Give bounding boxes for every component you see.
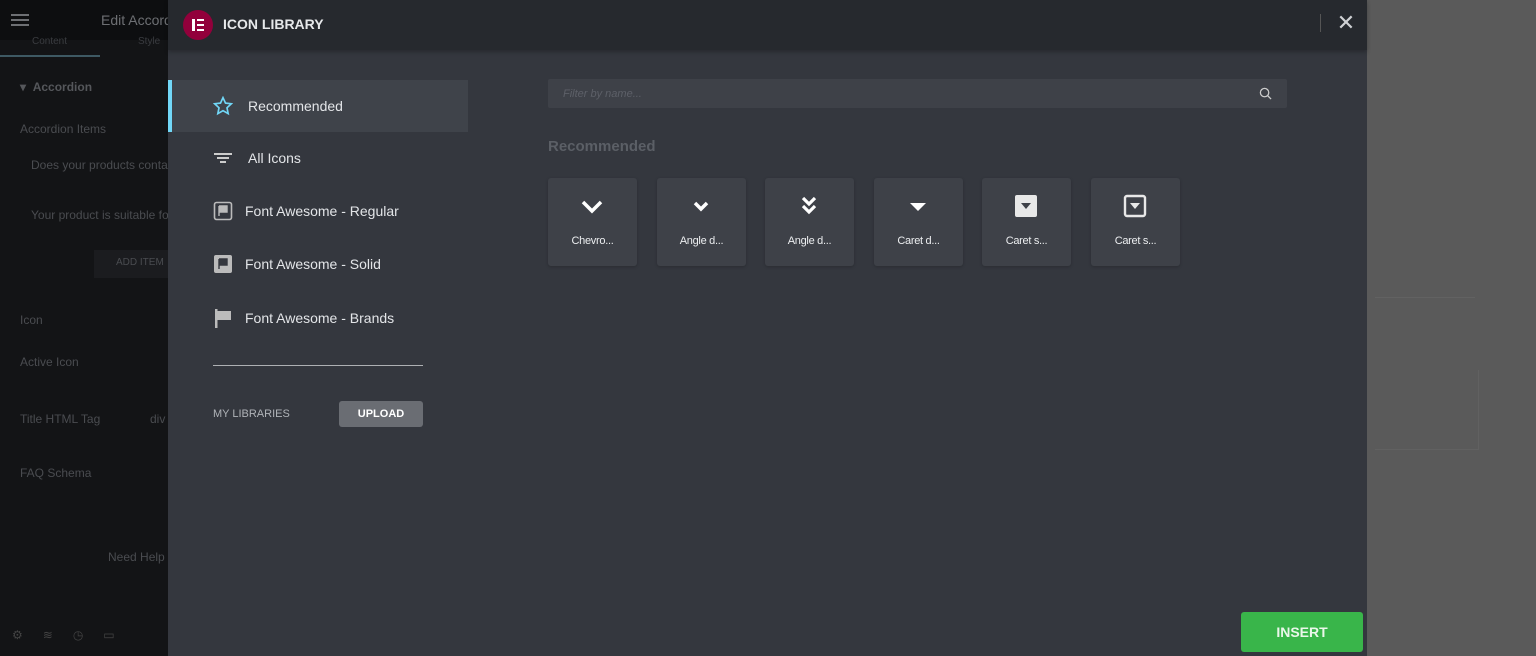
nav-label: Font Awesome - Solid (245, 256, 381, 272)
icon-tile-angle-down[interactable]: Angle d... (657, 178, 746, 266)
add-item-button[interactable]: ADD ITEM (94, 250, 168, 278)
section-heading: Recommended (548, 138, 656, 155)
icon-label: Angle d... (787, 235, 832, 247)
filter-icon (214, 153, 232, 163)
tab-content[interactable]: Content (32, 36, 67, 47)
angle-down-icon (693, 201, 709, 212)
menu-icon[interactable] (11, 14, 29, 26)
field-active-icon: Active Icon (20, 355, 79, 369)
elementor-logo (183, 10, 213, 40)
icon-library-modal: ICON LIBRARY ✕ Recommended All Icons Fon… (168, 0, 1367, 656)
star-icon (213, 96, 233, 116)
angle-double-down-icon (801, 196, 817, 215)
close-icon[interactable]: ✕ (1335, 12, 1357, 34)
upload-button[interactable]: UPLOAD (339, 401, 423, 427)
icon-tile-caret-square-down-regular[interactable]: Caret s... (1091, 178, 1180, 266)
section-label: Accordion (32, 80, 93, 94)
canvas-element-outline (1375, 370, 1479, 450)
editor-title: Edit Accordion (101, 12, 168, 28)
accordion-items-label: Accordion Items (20, 122, 107, 136)
caret-down-icon (910, 203, 926, 211)
canvas-divider (1375, 297, 1475, 298)
search-input[interactable] (548, 79, 1248, 108)
icon-label: Chevro... (571, 235, 614, 247)
footer-toolbar[interactable]: ⚙≋◷▭ (12, 628, 135, 642)
modal-header: ICON LIBRARY ✕ (168, 0, 1367, 50)
editor-panel: Edit Accordion Content Style ▾ Accordion … (0, 0, 168, 656)
nav-fa-brands[interactable]: Font Awesome - Brands (168, 292, 468, 344)
add-item-label: ADD ITEM (116, 257, 164, 268)
nav-label: Recommended (248, 98, 343, 114)
my-libraries-label: MY LIBRARIES (213, 408, 290, 420)
chevron-down-icon (581, 200, 603, 214)
icon-tile-caret-down[interactable]: Caret d... (874, 178, 963, 266)
icon-label: Caret d... (897, 235, 940, 247)
nav-fa-solid[interactable]: Font Awesome - Solid (168, 238, 468, 290)
nav-label: Font Awesome - Regular (245, 203, 399, 219)
nav-label: All Icons (248, 150, 301, 166)
nav-divider (213, 365, 423, 366)
icon-label: Angle d... (679, 235, 724, 247)
field-title-tag: Title HTML Tag (20, 412, 101, 426)
nav-label: Font Awesome - Brands (245, 310, 395, 326)
flag-solid-icon (214, 255, 232, 273)
modal-title: ICON LIBRARY (223, 16, 324, 32)
caret-square-down-solid-icon (1015, 195, 1037, 217)
search-field[interactable] (548, 79, 1287, 108)
nav-all-icons[interactable]: All Icons (168, 132, 468, 184)
icon-label: Caret s... (1114, 235, 1157, 247)
insert-button[interactable]: INSERT (1241, 612, 1363, 652)
editor-header: Edit Accordion (0, 0, 168, 40)
title-tag-select[interactable]: div (150, 412, 165, 426)
nav-fa-regular[interactable]: Font Awesome - Regular (168, 185, 468, 237)
accordion-item[interactable]: Your product is suitable for (31, 208, 168, 222)
section-accordion[interactable]: ▾ Accordion (20, 80, 92, 94)
search-icon[interactable] (1259, 87, 1272, 100)
flag-icon (215, 309, 231, 328)
caret-square-down-regular-icon (1123, 194, 1147, 218)
field-faq-schema: FAQ Schema (20, 466, 92, 480)
nav-recommended[interactable]: Recommended (168, 80, 468, 132)
accordion-item[interactable]: Does your products contain (31, 158, 168, 172)
header-divider (1320, 14, 1321, 32)
active-tab-indicator (0, 55, 100, 57)
icon-tile-chevron-down[interactable]: Chevro... (548, 178, 637, 266)
icon-tile-angle-double-down[interactable]: Angle d... (765, 178, 854, 266)
need-help-link[interactable]: Need Help (108, 550, 165, 564)
icon-label: Caret s... (1005, 235, 1048, 247)
flag-regular-icon (213, 201, 233, 221)
tab-style[interactable]: Style (138, 36, 160, 47)
caret-down-icon: ▾ (20, 80, 27, 94)
icon-tile-caret-square-down-solid[interactable]: Caret s... (982, 178, 1071, 266)
field-icon: Icon (20, 313, 43, 327)
